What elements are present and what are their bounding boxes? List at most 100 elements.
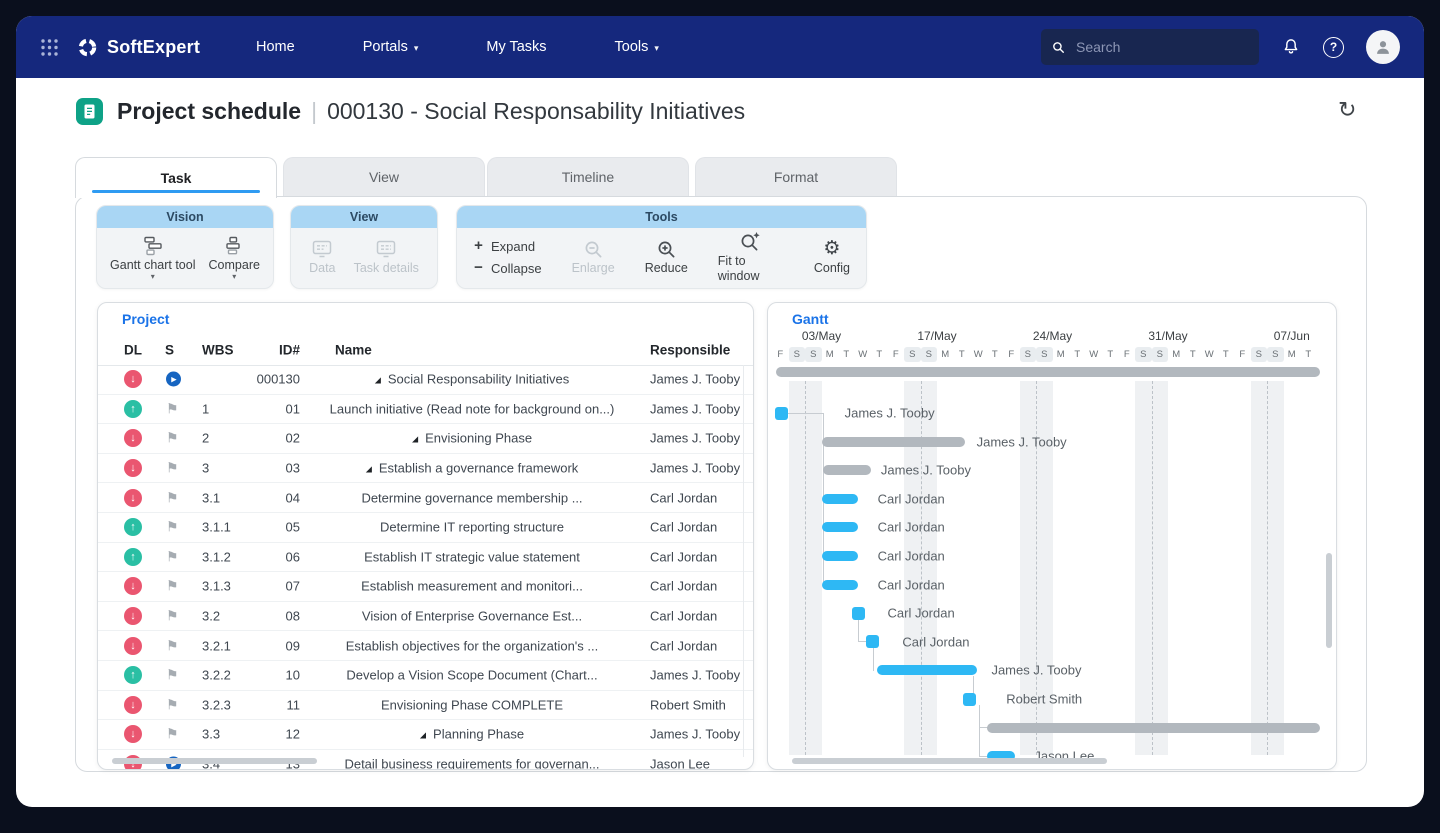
compare-button[interactable]: Compare ▾ bbox=[209, 235, 260, 280]
user-avatar[interactable] bbox=[1366, 30, 1400, 64]
timeline-day-label: S bbox=[789, 347, 806, 362]
deadline-cell: ↑ bbox=[124, 548, 142, 566]
table-row[interactable]: ↓⚑3.2.311Envisioning Phase COMPLETERober… bbox=[98, 691, 753, 721]
gantt-task-bar[interactable] bbox=[822, 522, 858, 532]
page-title-primary: Project schedule bbox=[117, 98, 301, 124]
gantt-bar-label: Carl Jordan bbox=[888, 606, 955, 621]
table-row[interactable]: ↓⚑3.104Determine governance membership .… bbox=[98, 483, 753, 513]
deadline-up-icon: ↑ bbox=[124, 518, 142, 536]
reduce-label: Reduce bbox=[645, 261, 688, 276]
data-label: Data bbox=[309, 261, 335, 276]
gantt-task-bar[interactable] bbox=[823, 465, 871, 475]
task-name-text: Develop a Vision Scope Document (Chart..… bbox=[346, 668, 597, 683]
column-header-s: S bbox=[165, 343, 174, 358]
table-row[interactable]: ↓⚑3.1.307Establish measurement and monit… bbox=[98, 572, 753, 602]
deadline-up-icon: ↑ bbox=[124, 548, 142, 566]
table-row[interactable]: ↓⚑3.2.109Establish objectives for the or… bbox=[98, 631, 753, 661]
expand-button[interactable]: + Expand bbox=[473, 239, 542, 254]
config-button[interactable]: ⚙ Config bbox=[814, 238, 850, 276]
task-name-text: Launch initiative (Read note for backgro… bbox=[330, 401, 615, 416]
status-cell: ⚑ bbox=[166, 638, 179, 653]
zoom-in-icon bbox=[656, 238, 677, 260]
deadline-cell: ↓ bbox=[124, 637, 142, 655]
task-name-cell: Establish IT strategic value statement bbox=[318, 549, 626, 564]
task-name-text: Envisioning Phase bbox=[425, 431, 532, 446]
collapse-triangle-icon[interactable]: ◢ bbox=[366, 465, 372, 474]
tab-label: Task bbox=[161, 170, 192, 186]
reduce-button[interactable]: Reduce bbox=[645, 238, 688, 276]
data-view-icon bbox=[311, 238, 333, 260]
nav-item-my-tasks[interactable]: My Tasks bbox=[486, 39, 546, 55]
responsible-cell: Carl Jordan bbox=[650, 579, 717, 594]
help-icon[interactable]: ? bbox=[1323, 37, 1344, 58]
gantt-milestone[interactable] bbox=[963, 693, 976, 706]
status-cell: ⚑ bbox=[166, 609, 179, 624]
notifications-bell-icon[interactable] bbox=[1281, 37, 1301, 57]
project-horizontal-scrollbar[interactable] bbox=[112, 758, 317, 764]
gantt-milestone[interactable] bbox=[866, 635, 879, 648]
minus-icon: − bbox=[473, 262, 484, 274]
gantt-task-bar[interactable] bbox=[822, 437, 966, 447]
task-name-cell: ◢Social Responsability Initiatives bbox=[318, 372, 626, 387]
nav-item-portals[interactable]: Portals▾ bbox=[363, 39, 419, 55]
wbs-cell: 3.1.2 bbox=[202, 549, 231, 564]
collapse-triangle-icon[interactable]: ◢ bbox=[412, 435, 418, 444]
flag-status-icon: ⚑ bbox=[166, 726, 179, 742]
gantt-milestone[interactable] bbox=[852, 607, 865, 620]
table-row[interactable]: ↑⚑3.1.105Determine IT reporting structur… bbox=[98, 513, 753, 543]
gantt-summary-bar[interactable] bbox=[776, 367, 1320, 377]
gantt-task-bar[interactable] bbox=[987, 723, 1319, 733]
gantt-vertical-scrollbar[interactable] bbox=[1326, 553, 1332, 648]
wbs-cell: 3.2.3 bbox=[202, 697, 231, 712]
responsible-cell: James J. Tooby bbox=[650, 727, 740, 742]
gantt-horizontal-scrollbar[interactable] bbox=[792, 758, 1107, 764]
softexpert-logo[interactable]: SoftExpert bbox=[77, 37, 200, 58]
table-row[interactable]: ↓⚑3.208Vision of Enterprise Governance E… bbox=[98, 602, 753, 632]
deadline-cell: ↓ bbox=[124, 489, 142, 507]
collapse-button[interactable]: − Collapse bbox=[473, 261, 542, 276]
table-row[interactable]: ↓⚑202◢Envisioning PhaseJames J. Tooby bbox=[98, 424, 753, 454]
search-box[interactable] bbox=[1041, 29, 1259, 65]
fit-to-window-button[interactable]: Fit to window bbox=[718, 231, 784, 284]
table-row[interactable]: ↓▶000130◢Social Responsability Initiativ… bbox=[98, 365, 753, 395]
tab-task[interactable]: Task bbox=[75, 157, 277, 198]
nav-item-tools[interactable]: Tools▾ bbox=[615, 39, 659, 55]
fit-to-window-label: Fit to window bbox=[718, 254, 784, 284]
gantt-task-bar[interactable] bbox=[822, 551, 858, 561]
table-row[interactable]: ↓⚑303◢Establish a governance frameworkJa… bbox=[98, 454, 753, 484]
timeline-day-label: M bbox=[1168, 347, 1185, 362]
tab-timeline[interactable]: Timeline bbox=[487, 157, 689, 196]
collapse-triangle-icon[interactable]: ◢ bbox=[375, 376, 381, 385]
deadline-cell: ↓ bbox=[124, 696, 142, 714]
task-name-cell: Envisioning Phase COMPLETE bbox=[318, 697, 626, 712]
wbs-cell: 3.2.1 bbox=[202, 638, 231, 653]
chevron-down-icon: ▾ bbox=[654, 41, 659, 54]
tab-view[interactable]: View bbox=[283, 157, 485, 196]
table-row[interactable]: ↑⚑101Launch initiative (Read note for ba… bbox=[98, 395, 753, 425]
app-launcher-icon[interactable] bbox=[40, 38, 59, 57]
table-row[interactable]: ↑⚑3.2.210Develop a Vision Scope Document… bbox=[98, 661, 753, 691]
table-row[interactable]: ↑⚑3.1.206Establish IT strategic value st… bbox=[98, 543, 753, 573]
gantt-milestone[interactable] bbox=[775, 407, 788, 420]
wbs-cell: 3.1.1 bbox=[202, 520, 231, 535]
search-input[interactable] bbox=[1074, 38, 1248, 56]
column-header-responsible: Responsible bbox=[650, 343, 730, 358]
gantt-task-bar[interactable] bbox=[822, 494, 858, 504]
refresh-icon[interactable]: ↻ bbox=[1338, 98, 1356, 122]
status-cell: ⚑ bbox=[166, 401, 179, 416]
gantt-bar-label: James J. Tooby bbox=[845, 406, 935, 421]
task-id-cell: 11 bbox=[248, 697, 300, 712]
collapse-triangle-icon[interactable]: ◢ bbox=[420, 731, 426, 740]
gantt-chart-tool-button[interactable]: Gantt chart tool ▾ bbox=[110, 235, 195, 280]
task-name-cell: Vision of Enterprise Governance Est... bbox=[318, 609, 626, 624]
ribbon-group-vision-title: Vision bbox=[97, 206, 273, 228]
table-row[interactable]: ↓⚑3.312◢Planning PhaseJames J. Tooby bbox=[98, 720, 753, 750]
responsible-cell: James J. Tooby bbox=[650, 401, 740, 416]
timeline-day-label: T bbox=[1185, 347, 1202, 362]
week-gridline bbox=[1267, 381, 1268, 755]
gantt-task-bar[interactable] bbox=[877, 665, 977, 675]
nav-item-home[interactable]: Home bbox=[256, 39, 295, 55]
tab-format[interactable]: Format bbox=[695, 157, 897, 196]
gantt-task-bar[interactable] bbox=[822, 580, 858, 590]
task-id-cell: 09 bbox=[248, 638, 300, 653]
